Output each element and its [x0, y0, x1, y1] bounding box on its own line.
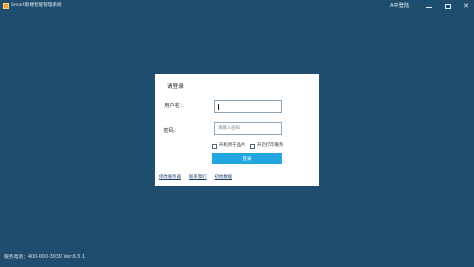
- option-print-service[interactable]: 开启打印服务: [250, 142, 283, 150]
- minimize-button[interactable]: [422, 1, 436, 12]
- password-placeholder: 请输入密码: [218, 126, 240, 131]
- username-label: 用户名：: [164, 103, 185, 109]
- minimize-icon: [426, 7, 432, 8]
- password-input[interactable]: 请输入密码: [214, 122, 282, 135]
- maximize-button[interactable]: [441, 1, 455, 12]
- option-startup[interactable]: 开机用于品片: [212, 142, 245, 150]
- text-caret: [218, 104, 219, 110]
- window-title: Smart影楼智能管理系统: [11, 3, 62, 8]
- maximize-icon: [445, 4, 451, 9]
- startup-label: 开机用于品片: [219, 143, 246, 148]
- init-data-link[interactable]: 初始数据: [215, 174, 233, 182]
- dialog-footer-links: 修改服务器 联系我们 初始数据: [159, 174, 309, 182]
- startup-checkbox[interactable]: [212, 143, 217, 149]
- contact-us-link[interactable]: 联系我们: [189, 174, 207, 182]
- user-login-link[interactable]: A中登陆: [390, 2, 409, 10]
- close-button[interactable]: ✕: [459, 1, 473, 12]
- server-settings-link[interactable]: 修改服务器: [159, 174, 181, 182]
- close-icon: ✕: [463, 2, 469, 10]
- status-bar: 服务电话：400-000-3030 Ver:6.5.1: [4, 255, 86, 260]
- login-button[interactable]: 登录: [212, 153, 282, 164]
- login-dialog: 请登录 用户名： 密码： 请输入密码 开机用于品片 开启打印服务 登录 修改服务…: [155, 74, 319, 186]
- app-logo-icon: [3, 3, 9, 9]
- dialog-title: 请登录: [167, 84, 184, 90]
- password-label: 密码：: [163, 128, 179, 134]
- print-service-label: 开启打印服务: [257, 143, 284, 148]
- print-service-checkbox[interactable]: [250, 143, 255, 149]
- title-bar: Smart影楼智能管理系统 A中登陆 ✕: [0, 0, 474, 13]
- username-input[interactable]: [214, 100, 282, 113]
- window-controls: ✕: [415, 1, 474, 12]
